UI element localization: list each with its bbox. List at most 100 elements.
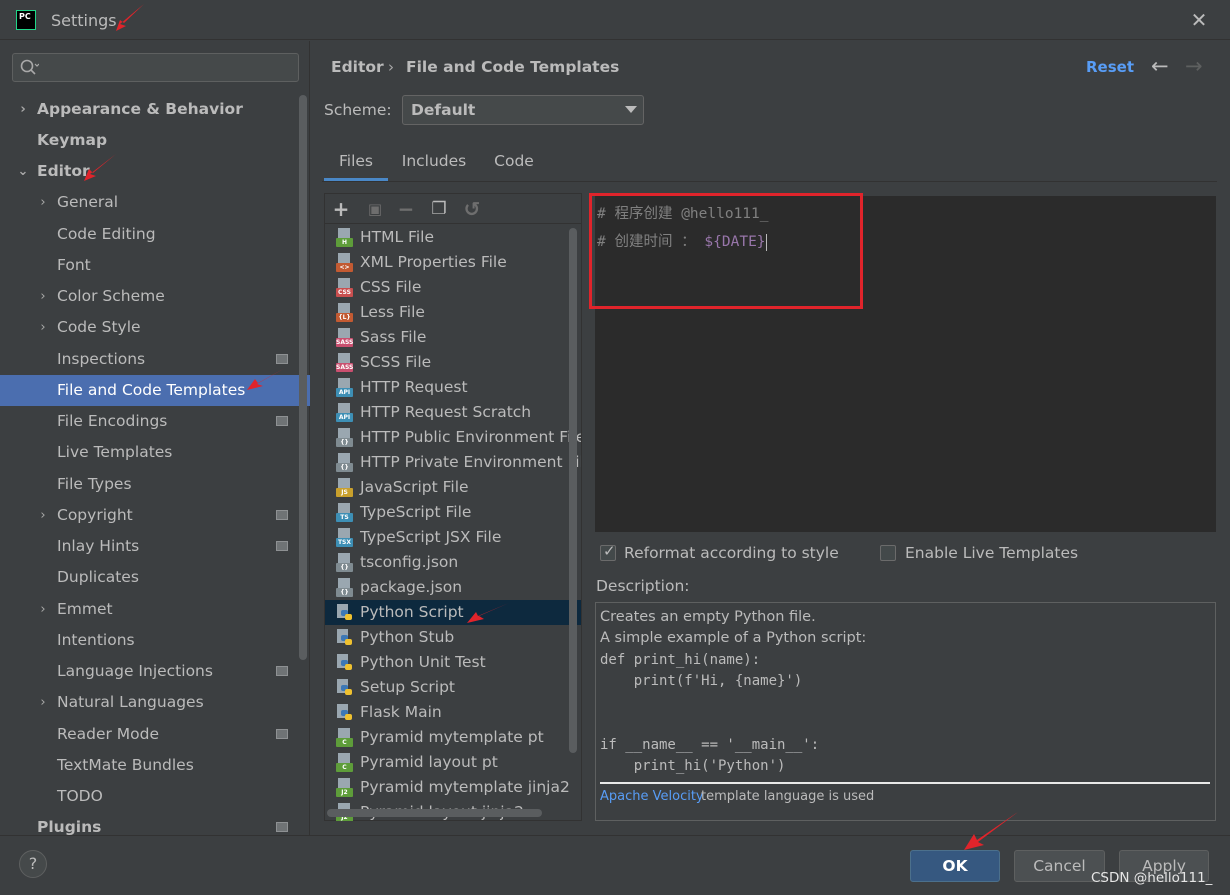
sidebar-item-copyright[interactable]: › Copyright <box>0 500 310 531</box>
sidebar-item-todo[interactable]: TODO <box>0 781 310 812</box>
template-list-item[interactable]: TSX TypeScript JSX File <box>325 525 581 550</box>
tab-code[interactable]: Code <box>484 143 544 181</box>
sidebar-item-appearance-behavior[interactable]: › Appearance & Behavior <box>0 94 310 125</box>
project-scope-icon <box>276 666 288 676</box>
template-list-item[interactable]: Flask Main <box>325 700 581 725</box>
chevron-right-icon[interactable]: › <box>37 500 49 531</box>
reset-link[interactable]: Reset <box>1086 58 1134 76</box>
sidebar-item-intentions[interactable]: Intentions <box>0 625 310 656</box>
sidebar-item-general[interactable]: › General <box>0 187 310 218</box>
sidebar-item-label: TextMate Bundles <box>57 755 194 774</box>
forward-arrow-icon[interactable]: → <box>1185 54 1203 78</box>
template-list-item[interactable]: CSS CSS File <box>325 275 581 300</box>
template-list-item[interactable]: {} tsconfig.json <box>325 550 581 575</box>
file-list-hscrollbar[interactable] <box>327 809 542 817</box>
sidebar-item-code-editing[interactable]: Code Editing <box>0 219 310 250</box>
dropdown-caret-icon <box>625 106 637 113</box>
sidebar-item-font[interactable]: Font <box>0 250 310 281</box>
template-list-item[interactable]: SASS Sass File <box>325 325 581 350</box>
template-list-item[interactable]: Python Unit Test <box>325 650 581 675</box>
sidebar-item-label: Appearance & Behavior <box>37 99 243 118</box>
sidebar-scrollbar[interactable] <box>299 95 307 660</box>
template-list-item[interactable]: <> XML Properties File <box>325 250 581 275</box>
remove-icon[interactable]: − <box>394 196 418 222</box>
sidebar-item-code-style[interactable]: › Code Style <box>0 312 310 343</box>
sidebar-item-file-encodings[interactable]: File Encodings <box>0 406 310 437</box>
template-list-item[interactable]: {} HTTP Public Environment File <box>325 425 581 450</box>
description-label: Description: <box>596 577 690 595</box>
live-templates-label[interactable]: Enable Live Templates <box>905 544 1078 562</box>
sidebar-item-label: Language Injections <box>57 662 213 680</box>
chevron-right-icon[interactable]: › <box>17 94 29 125</box>
sidebar-item-label: File Types <box>57 474 132 493</box>
sidebar-item-duplicates[interactable]: Duplicates <box>0 562 310 593</box>
sidebar-item-live-templates[interactable]: Live Templates <box>0 437 310 468</box>
template-list-item[interactable]: C Pyramid layout pt <box>325 750 581 775</box>
template-name: package.json <box>360 578 463 596</box>
chevron-right-icon[interactable]: › <box>37 281 49 312</box>
reformat-checkbox[interactable]: ✓ <box>600 542 616 561</box>
sidebar-item-label: Emmet <box>57 599 113 618</box>
sidebar-item-inlay-hints[interactable]: Inlay Hints <box>0 531 310 562</box>
sidebar-item-editor[interactable]: ⌄ Editor <box>0 156 310 187</box>
add-icon[interactable]: + <box>329 196 353 222</box>
template-list-item[interactable]: C Pyramid mytemplate pt <box>325 725 581 750</box>
reformat-label[interactable]: Reformat according to style <box>624 544 839 562</box>
close-icon[interactable]: ✕ <box>1188 8 1210 32</box>
sidebar-item-keymap[interactable]: Keymap <box>0 125 310 156</box>
sidebar-item-label: Duplicates <box>57 568 139 587</box>
template-list-item[interactable]: TS TypeScript File <box>325 500 581 525</box>
sidebar-item-label: Natural Languages <box>57 693 204 712</box>
sidebar-item-emmet[interactable]: › Emmet <box>0 594 310 625</box>
scheme-dropdown[interactable]: Default <box>402 95 644 125</box>
tab-includes[interactable]: Includes <box>394 143 474 181</box>
file-type-icon: JS <box>336 478 354 498</box>
template-list-item[interactable]: {L} Less File <box>325 300 581 325</box>
apache-velocity-link[interactable]: Apache Velocity <box>600 789 704 804</box>
sidebar-item-plugins[interactable]: Plugins <box>0 812 310 835</box>
ok-button[interactable]: OK <box>910 850 1000 882</box>
copy-icon[interactable]: ❐ <box>427 196 451 222</box>
template-list-item[interactable]: JS JavaScript File <box>325 475 581 500</box>
template-list-item[interactable]: Setup Script <box>325 675 581 700</box>
file-type-icon: SASS <box>336 353 354 373</box>
chevron-right-icon[interactable]: › <box>37 312 49 343</box>
template-list-item[interactable]: API HTTP Request Scratch <box>325 400 581 425</box>
template-list-item[interactable]: API HTTP Request <box>325 375 581 400</box>
chevron-down-icon[interactable]: ⌄ <box>17 156 29 187</box>
sidebar-item-color-scheme[interactable]: › Color Scheme <box>0 281 310 312</box>
sidebar-item-language-injections[interactable]: Language Injections <box>0 656 310 687</box>
sidebar-item-label: Code Editing <box>57 224 156 243</box>
template-list-item[interactable]: Python Stub <box>325 625 581 650</box>
back-arrow-icon[interactable]: ← <box>1151 54 1169 78</box>
file-type-icon <box>336 653 354 673</box>
dialog-button-bar: ? OK Cancel Apply CSDN @hello111_ <box>0 835 1230 895</box>
search-input[interactable] <box>12 53 299 82</box>
template-list-item[interactable]: H HTML File <box>325 225 581 250</box>
sidebar-item-natural-languages[interactable]: › Natural Languages <box>0 687 310 718</box>
template-list-item[interactable]: Python Script <box>325 600 581 625</box>
sidebar-item-reader-mode[interactable]: Reader Mode <box>0 719 310 750</box>
file-list-scrollbar[interactable] <box>569 228 577 753</box>
template-list-item[interactable]: {} package.json <box>325 575 581 600</box>
chevron-right-icon[interactable]: › <box>37 594 49 625</box>
breadcrumb-editor[interactable]: Editor <box>331 58 384 76</box>
reset-icon[interactable]: ↺ <box>460 196 484 222</box>
template-list-item[interactable]: {} HTTP Private Environment File <box>325 450 581 475</box>
live-templates-checkbox[interactable] <box>880 545 896 561</box>
sidebar-item-textmate-bundles[interactable]: TextMate Bundles <box>0 750 310 781</box>
template-list-item[interactable]: SASS SCSS File <box>325 350 581 375</box>
title-bar: PC Settings ✕ <box>0 0 1230 40</box>
watermark: CSDN @hello111_ <box>1091 870 1213 886</box>
help-button[interactable]: ? <box>19 850 47 878</box>
tab-files[interactable]: Files <box>324 143 388 181</box>
chevron-right-icon[interactable]: › <box>37 687 49 718</box>
template-name: Python Script <box>360 603 464 621</box>
sidebar-item-file-types[interactable]: File Types <box>0 469 310 500</box>
chevron-right-icon[interactable]: › <box>37 187 49 218</box>
sidebar-item-label: Plugins <box>37 818 102 835</box>
page-title: File and Code Templates <box>406 58 620 76</box>
add-child-icon[interactable]: ▣ <box>363 196 387 222</box>
file-type-icon: {} <box>336 578 354 598</box>
template-list-item[interactable]: J2 Pyramid mytemplate jinja2 <box>325 775 581 800</box>
